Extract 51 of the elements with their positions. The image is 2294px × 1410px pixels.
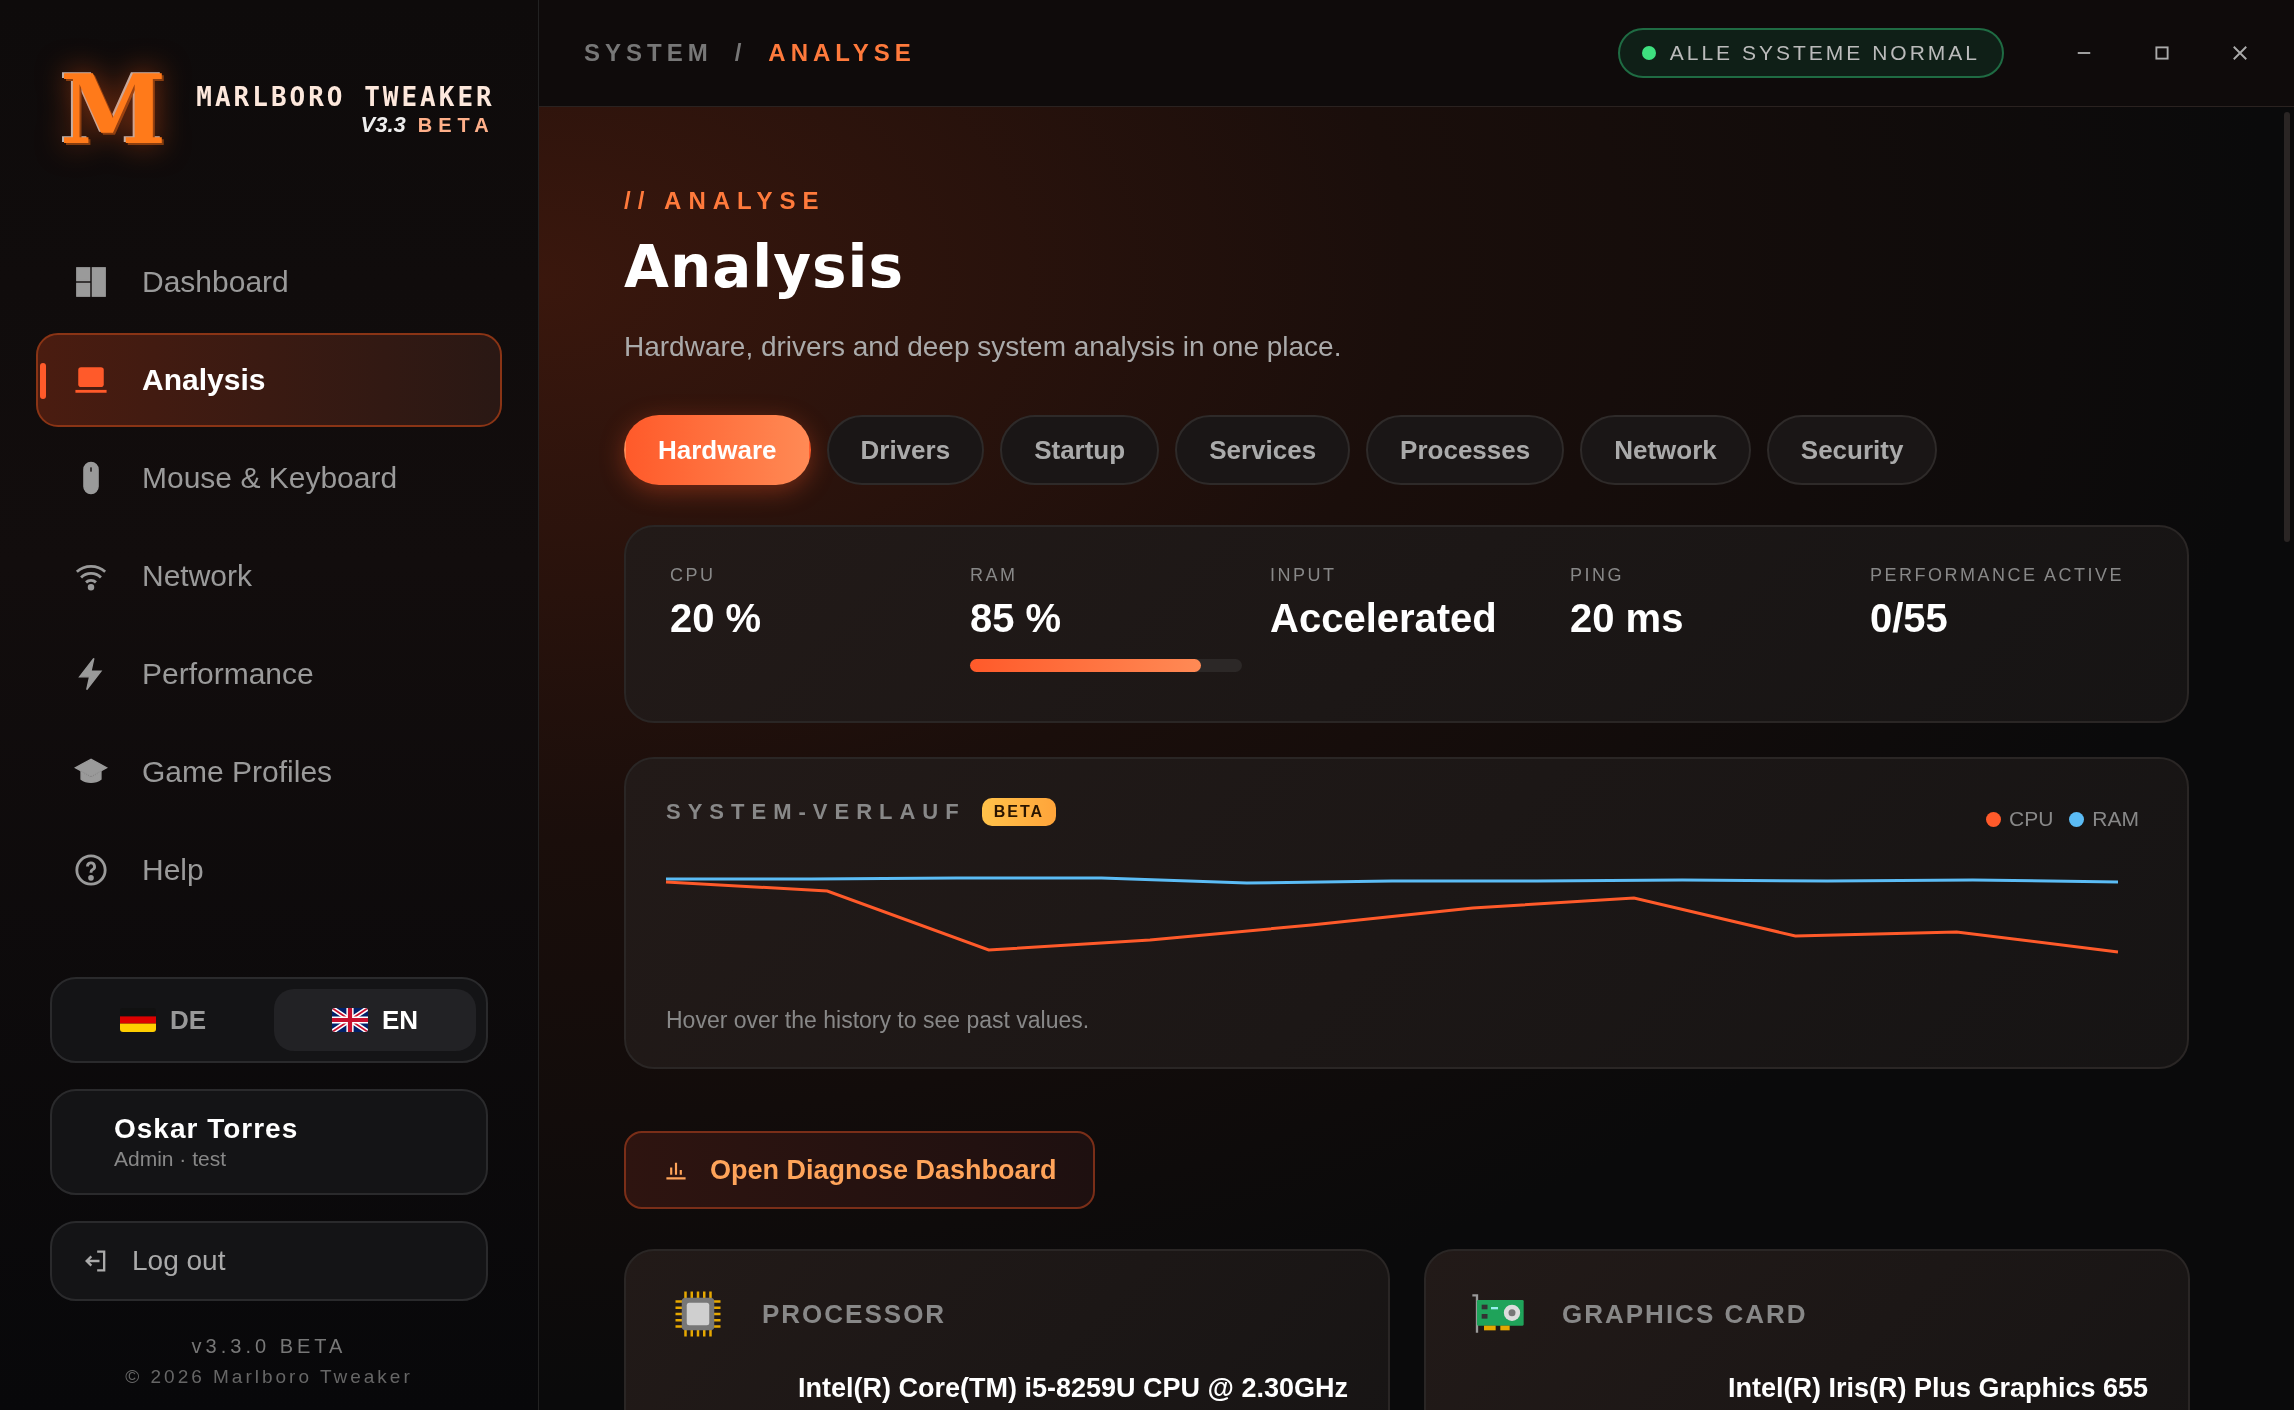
- language-button[interactable]: EN: [274, 989, 476, 1051]
- status-text: ALLE SYSTEME NORMAL: [1669, 41, 1980, 65]
- metric-value: 20 %: [670, 596, 763, 641]
- nav-item[interactable]: Dashboard: [36, 235, 502, 329]
- hardware-title: GRAPHICS CARD: [1562, 1298, 1808, 1330]
- nav-item[interactable]: Analysis: [36, 333, 502, 427]
- hardware-model: Intel(R) Core(TM) i5-8259U CPU @ 2.30GHz: [797, 1373, 1348, 1404]
- tab[interactable]: Drivers: [826, 415, 985, 485]
- user-role: Admin · test: [114, 1147, 228, 1171]
- nav-item[interactable]: Mouse & Keyboard: [36, 431, 502, 525]
- app-name: MARLBORO TWEAKER: [196, 82, 495, 112]
- logo-icon: M: [60, 62, 167, 158]
- nav-item[interactable]: Help: [36, 823, 502, 917]
- metric-label: RAM: [970, 565, 1019, 586]
- legend-label: CPU: [2009, 807, 2054, 831]
- hardware-title: PROCESSOR: [762, 1298, 947, 1330]
- beta-label: BETA: [417, 114, 495, 137]
- tab[interactable]: Services: [1175, 415, 1351, 485]
- breadcrumb-item: SYSTEM: [584, 39, 713, 67]
- beta-badge: BETA: [981, 798, 1057, 826]
- diagnose-button[interactable]: Open Diagnose Dashboard: [624, 1131, 1095, 1209]
- tab[interactable]: Network: [1580, 415, 1751, 485]
- section-eyebrow: // ANALYSE: [624, 187, 827, 215]
- logout-button[interactable]: Log out: [50, 1221, 488, 1301]
- breadcrumb-separator: /: [734, 39, 747, 67]
- tab[interactable]: Startup: [1000, 415, 1160, 485]
- page-subtitle: Hardware, drivers and deep system analysis in one place.: [624, 331, 1343, 363]
- nav-item[interactable]: Network: [36, 529, 502, 623]
- metric-value: Accelerated: [1270, 596, 1498, 641]
- version-text: v3.3.0 BETA: [190, 1335, 348, 1358]
- metric-value: 20 ms: [1570, 596, 1685, 641]
- tab[interactable]: Processes: [1366, 415, 1565, 485]
- metric-value: 85 %: [970, 596, 1063, 641]
- history-hint: Hover over the history to see past values.: [666, 1007, 1091, 1034]
- metric-label: INPUT: [1270, 565, 1338, 586]
- metric-value: 0/55: [1870, 596, 1949, 641]
- metric-label: PERFORMANCE ACTIVE: [1870, 565, 2126, 586]
- copyright-text: © 2026 Marlboro Tweaker: [124, 1366, 414, 1388]
- nav-item[interactable]: Game Profiles: [36, 725, 502, 819]
- metric-label: CPU: [670, 565, 717, 586]
- metric-label: PING: [1570, 565, 1625, 586]
- legend-label: RAM: [2092, 807, 2139, 831]
- breadcrumb-item: ANALYSE: [768, 39, 916, 67]
- page-title: Analysis: [624, 233, 905, 301]
- app-version: V3.3: [360, 112, 406, 138]
- user-name: Oskar Torres: [114, 1113, 300, 1145]
- nav-item[interactable]: Performance: [36, 627, 502, 721]
- history-title: SYSTEM-VERLAUF: [666, 799, 966, 825]
- hardware-model: Intel(R) Iris(R) Plus Graphics 655: [1726, 1373, 2148, 1404]
- language-button[interactable]: DE: [62, 989, 264, 1051]
- tab[interactable]: Security: [1766, 415, 1938, 485]
